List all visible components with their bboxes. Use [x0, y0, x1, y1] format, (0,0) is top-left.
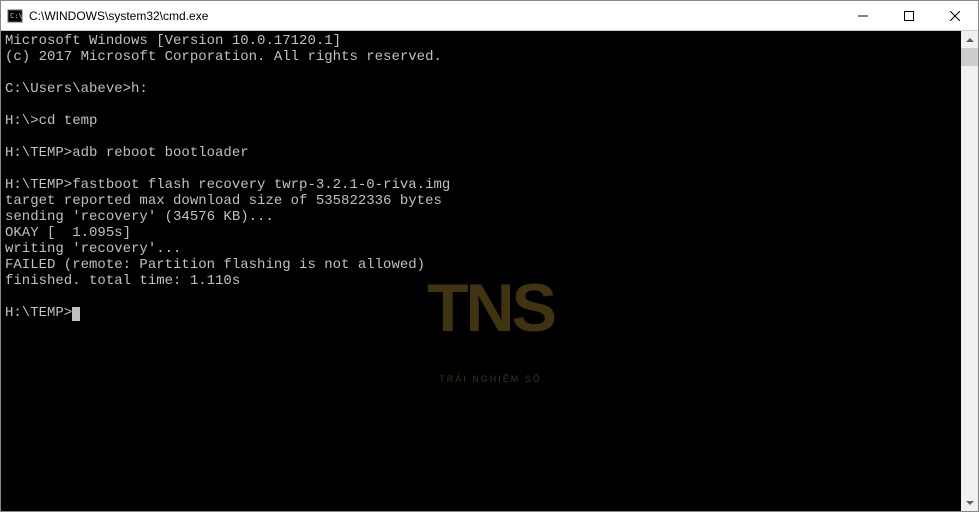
- watermark-logo: TNS TRẢI NGHIỆM SỐ: [427, 249, 554, 419]
- close-button[interactable]: [932, 1, 978, 30]
- scroll-thumb[interactable]: [961, 48, 978, 66]
- watermark-text: TNS: [427, 281, 554, 335]
- terminal-output[interactable]: Microsoft Windows [Version 10.0.17120.1]…: [1, 31, 978, 511]
- cmd-window: C:\ C:\WINDOWS\system32\cmd.exe Microsof…: [0, 0, 979, 512]
- scroll-up-button[interactable]: [961, 31, 978, 48]
- titlebar[interactable]: C:\ C:\WINDOWS\system32\cmd.exe: [1, 1, 978, 31]
- window-controls: [840, 1, 978, 30]
- watermark-tagline: TRẢI NGHIỆM SỐ: [427, 371, 554, 387]
- scroll-down-button[interactable]: [961, 494, 978, 511]
- vertical-scrollbar[interactable]: [961, 31, 978, 511]
- minimize-button[interactable]: [840, 1, 886, 30]
- maximize-button[interactable]: [886, 1, 932, 30]
- text-cursor: [72, 307, 80, 321]
- scroll-track[interactable]: [961, 48, 978, 494]
- cmd-icon: C:\: [7, 8, 23, 24]
- svg-text:C:\: C:\: [10, 12, 23, 20]
- window-title: C:\WINDOWS\system32\cmd.exe: [29, 9, 840, 23]
